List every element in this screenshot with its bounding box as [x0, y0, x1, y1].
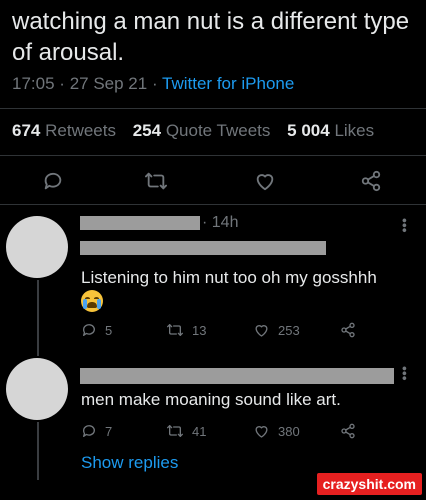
more-options-icon[interactable]: •••	[397, 218, 413, 233]
retweet-count: 41	[192, 423, 207, 439]
share-icon	[341, 423, 355, 439]
tweet-meta: 17:05 · 27 Sep 21 · Twitter for iPhone	[12, 74, 294, 94]
retweet-count: 13	[192, 322, 207, 338]
tweet-time: 17:05	[12, 74, 55, 93]
reply-reply-button[interactable]: 5	[81, 322, 112, 338]
redacted-handle	[80, 241, 326, 255]
tweet-stats: 674 Retweets 254 Quote Tweets 5 004 Like…	[12, 121, 374, 141]
divider	[0, 155, 426, 156]
divider	[0, 204, 426, 205]
like-count: 253	[278, 322, 300, 338]
retweet-icon	[167, 425, 183, 437]
reply-like-button[interactable]: 380	[253, 423, 300, 439]
reply-icon	[82, 425, 95, 437]
share-icon	[341, 322, 355, 338]
likes-label: Likes	[334, 121, 375, 140]
reply-like-button[interactable]: 253	[253, 322, 300, 338]
tweet-source-link[interactable]: Twitter for iPhone	[162, 74, 294, 93]
like-icon[interactable]	[254, 170, 276, 192]
share-icon[interactable]	[360, 170, 382, 192]
reply-icon[interactable]	[42, 170, 64, 192]
retweets-stat[interactable]: 674 Retweets	[12, 121, 116, 140]
retweets-count: 674	[12, 121, 41, 140]
show-replies-link[interactable]: Show replies	[81, 453, 178, 473]
reply-time: · 14h	[202, 214, 239, 231]
reply-text: Listening to him nut too oh my gosshhh	[81, 268, 377, 287]
reply-share-button[interactable]	[340, 423, 364, 439]
reply-share-button[interactable]	[340, 322, 364, 338]
reply-reply-button[interactable]: 7	[81, 423, 112, 439]
likes-count: 5 004	[287, 121, 330, 140]
thread-line	[37, 280, 39, 356]
likes-stat[interactable]: 5 004 Likes	[287, 121, 374, 140]
quotes-label: Quote Tweets	[165, 121, 271, 140]
tweet-action-bar	[0, 166, 426, 196]
avatar[interactable]	[6, 216, 68, 278]
reply-count: 5	[105, 322, 113, 338]
watermark: crazyshit.com	[316, 473, 422, 495]
tweet-date: 27 Sep 21	[69, 74, 148, 93]
retweet-icon	[167, 324, 183, 336]
divider	[0, 108, 426, 109]
avatar[interactable]	[6, 358, 68, 420]
meta-separator: ·	[59, 74, 65, 93]
redacted-username	[80, 368, 394, 384]
meta-separator: ·	[151, 74, 158, 93]
quotes-stat[interactable]: 254 Quote Tweets	[133, 121, 271, 140]
reply-retweet-button[interactable]: 41	[166, 423, 206, 439]
crying-face-emoji	[81, 290, 103, 312]
like-icon	[255, 325, 268, 337]
reply-retweet-button[interactable]: 13	[166, 322, 206, 338]
redacted-username	[80, 216, 200, 230]
quotes-count: 254	[132, 121, 162, 140]
like-icon	[255, 426, 268, 438]
tweet-text: watching a man nut is a different type o…	[12, 8, 410, 66]
like-count: 380	[278, 423, 300, 439]
retweet-icon[interactable]	[144, 170, 168, 192]
retweets-label: Retweets	[45, 121, 116, 140]
reply-text: men make moaning sound like art.	[81, 390, 341, 409]
reply-icon	[82, 324, 95, 336]
thread-line	[37, 422, 39, 480]
reply-count: 7	[105, 423, 113, 439]
more-options-icon[interactable]: •••	[397, 366, 413, 381]
